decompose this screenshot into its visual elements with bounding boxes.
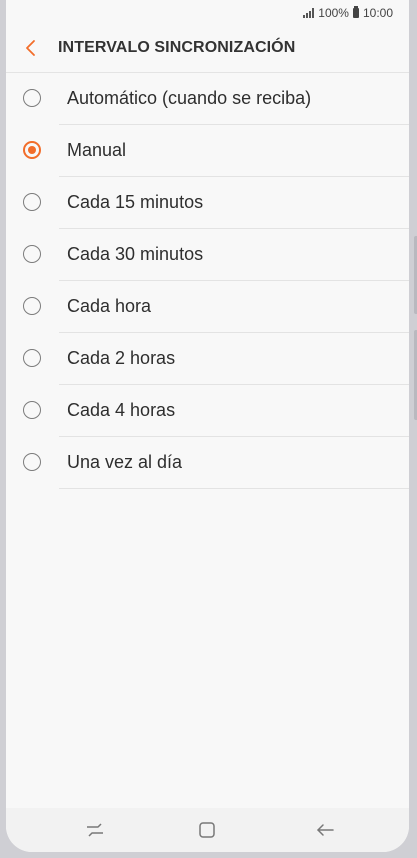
radio-unselected-icon[interactable] — [23, 193, 41, 211]
radio-unselected-icon[interactable] — [23, 349, 41, 367]
option-row[interactable]: Cada 30 minutos — [6, 229, 409, 281]
option-label: Cada 30 minutos — [67, 244, 204, 264]
option-row[interactable]: Cada 15 minutos — [6, 177, 409, 229]
clock: 10:00 — [362, 6, 393, 20]
home-icon[interactable] — [196, 819, 218, 841]
option-label: Cada 2 horas — [67, 348, 176, 368]
sync-interval-options: Automático (cuando se reciba) Manual Cada … — [6, 73, 409, 489]
option-row[interactable]: Automático (cuando se reciba) — [6, 73, 409, 125]
radio-unselected-icon[interactable] — [23, 89, 41, 107]
radio-unselected-icon[interactable] — [23, 453, 41, 471]
divider — [59, 488, 409, 489]
option-label: Cada 4 horas — [67, 400, 176, 420]
chevron-left-icon[interactable] — [22, 38, 40, 58]
radio-unselected-icon[interactable] — [23, 297, 41, 315]
status-bar: 100% 10:00 — [6, 0, 409, 26]
status-indicators: 100% 10:00 — [303, 6, 393, 20]
option-row[interactable]: Cada hora — [6, 281, 409, 333]
radio-unselected-icon[interactable] — [23, 401, 41, 419]
device-frame: 100% 10:00 INTERVALO SINCRONIZACIÓN Auto… — [0, 0, 417, 858]
page-title: INTERVALO SINCRONIZACIÓN — [58, 39, 296, 56]
option-row[interactable]: Cada 2 horas — [6, 333, 409, 385]
option-label: Cada 15 minutos — [67, 192, 204, 212]
option-row[interactable]: Una vez al día — [6, 437, 409, 489]
battery-icon — [352, 6, 359, 18]
back-arrow-icon[interactable] — [314, 819, 336, 841]
option-row[interactable]: Manual — [6, 125, 409, 177]
radio-selected-icon[interactable] — [23, 141, 41, 159]
option-row[interactable]: Cada 4 horas — [6, 385, 409, 437]
navigation-bar — [6, 808, 409, 852]
radio-unselected-icon[interactable] — [23, 245, 41, 263]
option-label: Manual — [67, 140, 127, 160]
recent-apps-icon[interactable] — [84, 819, 106, 841]
header: INTERVALO SINCRONIZACIÓN — [6, 26, 409, 73]
option-label: Automático (cuando se reciba) — [67, 88, 312, 108]
option-label: Cada hora — [67, 296, 152, 316]
signal-icon — [303, 8, 315, 18]
screen: 100% 10:00 INTERVALO SINCRONIZACIÓN Auto… — [6, 0, 409, 852]
battery-percentage: 100% — [318, 6, 349, 20]
option-label: Una vez al día — [67, 452, 183, 472]
